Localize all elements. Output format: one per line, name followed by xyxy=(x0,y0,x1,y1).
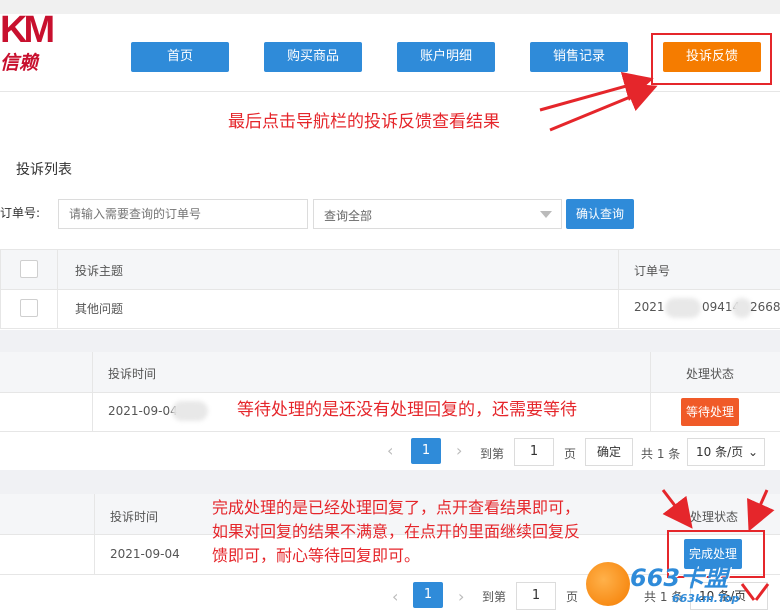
nav-account-button[interactable]: 账户明细 xyxy=(397,42,495,72)
header-status: 处理状态 xyxy=(686,367,735,381)
next-page-icon[interactable]: › xyxy=(456,441,462,460)
annotation-arrows xyxy=(539,71,658,132)
row-time: 2021-09-04 xyxy=(110,547,180,561)
page-number-current[interactable]: 1 xyxy=(413,582,443,608)
prev-page-icon[interactable]: ‹ xyxy=(392,587,398,606)
col-divider xyxy=(618,250,619,328)
status-select[interactable]: 查询全部 xyxy=(313,199,562,229)
logo-text: 信赖 xyxy=(0,52,39,74)
row-divider xyxy=(0,392,780,393)
row-checkbox[interactable] xyxy=(20,299,38,317)
annotation-waiting-hint: 等待处理的是还没有处理回复的，还需要等待 xyxy=(237,400,577,420)
annotation-arrows xyxy=(661,489,775,532)
annotation-done-hint-3: 馈即可，耐心等待回复即可。 xyxy=(212,546,421,565)
row-order-no-part-c: 26689 xyxy=(750,300,780,314)
redacted-blur xyxy=(665,298,701,318)
row-time: 2021-09-04 xyxy=(108,404,178,418)
order-label: 订单号: xyxy=(0,206,41,220)
page-unit: 页 xyxy=(564,447,577,461)
goto-label: 到第 xyxy=(480,447,505,461)
select-all-checkbox[interactable] xyxy=(20,260,38,278)
nav-home-button[interactable]: 首页 xyxy=(131,42,229,72)
logo-mark: KM xyxy=(0,9,55,51)
goto-page-input[interactable]: 1 xyxy=(516,582,556,610)
redacted-blur xyxy=(172,401,208,421)
annotation-nav-hint: 最后点击导航栏的投诉反馈查看结果 xyxy=(228,112,500,132)
row-divider xyxy=(0,431,780,432)
chevron-down-icon xyxy=(540,211,552,218)
top-strip xyxy=(0,0,780,14)
section-gap xyxy=(0,330,780,352)
goto-label: 到第 xyxy=(482,590,507,604)
prev-page-icon[interactable]: ‹ xyxy=(387,441,393,460)
order-search-input[interactable] xyxy=(58,199,308,229)
next-page-icon[interactable]: › xyxy=(458,587,464,606)
list-title: 投诉列表 xyxy=(16,162,72,178)
page-size-select[interactable]: 10 条/页 ⌄ xyxy=(687,438,765,466)
status-select-value: 查询全部 xyxy=(324,209,373,223)
total-count: 共 1 条 xyxy=(641,447,681,461)
header-time: 投诉时间 xyxy=(108,367,157,381)
redacted-blur xyxy=(732,298,752,318)
complaint-table: 投诉主题 订单号 其他问题 2021 09414 26689 xyxy=(0,249,780,329)
header-time: 投诉时间 xyxy=(110,510,159,524)
goto-page-input[interactable]: 1 xyxy=(514,438,554,466)
page-size-value: 10 条/页 xyxy=(696,445,744,459)
page-number-current[interactable]: 1 xyxy=(411,438,441,464)
annotation-done-hint-1: 完成处理的是已经处理回复了，点开查看结果即可， xyxy=(212,498,581,517)
status-badge-waiting[interactable]: 等待处理 xyxy=(681,398,739,426)
annotation-done-hint-2: 如果对回复的结果不满意，在点开的里面继续回复反 xyxy=(212,522,581,541)
page-unit: 页 xyxy=(566,590,579,604)
row-divider xyxy=(1,289,780,290)
col-divider xyxy=(94,494,95,574)
header-subject: 投诉主题 xyxy=(75,264,124,278)
header-order-no: 订单号 xyxy=(634,264,671,278)
nav-buy-button[interactable]: 购买商品 xyxy=(264,42,362,72)
col-divider xyxy=(57,250,58,328)
col-divider xyxy=(92,352,93,431)
goto-confirm-button[interactable]: 确定 xyxy=(585,438,633,466)
row-order-no-part-a: 2021 xyxy=(634,300,665,314)
chevron-down-icon: ⌄ xyxy=(747,445,758,459)
col-divider xyxy=(650,352,651,431)
watermark-url: 663km.Top xyxy=(672,592,740,605)
watermark-brand: 663卡盟 xyxy=(630,564,729,592)
annotation-arrow-down xyxy=(740,583,770,601)
row-subject: 其他问题 xyxy=(75,302,124,316)
query-button[interactable]: 确认查询 xyxy=(566,199,634,229)
watermark-logo-icon xyxy=(586,562,630,606)
